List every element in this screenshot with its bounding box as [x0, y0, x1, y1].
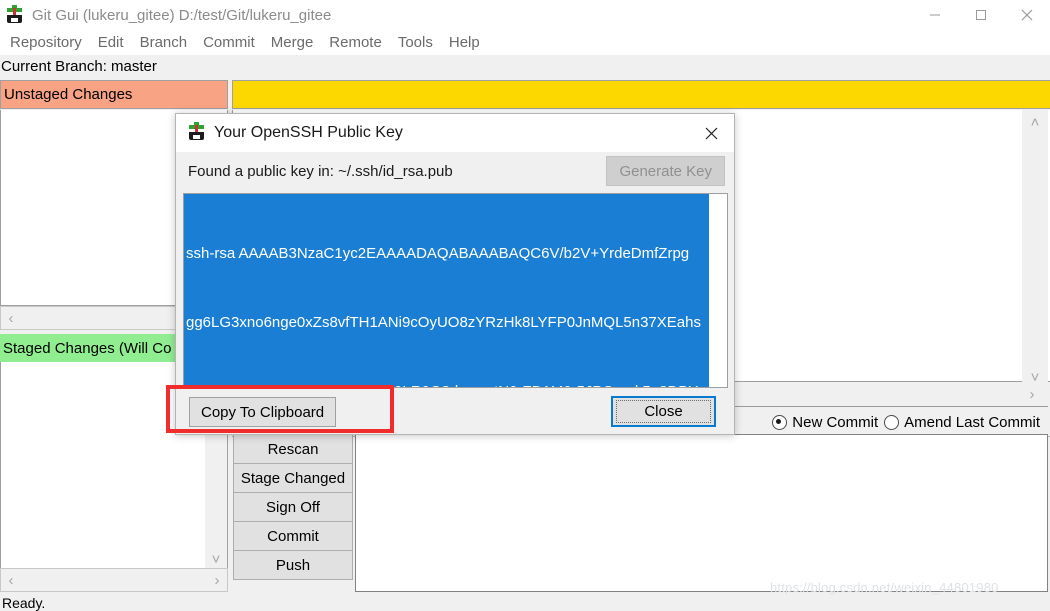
- close-button-label: Close: [616, 400, 711, 423]
- diff-vertical-scrollbar[interactable]: ˄ ˅: [1022, 110, 1048, 390]
- staged-changes-header: Staged Changes (Will Co: [0, 334, 188, 362]
- current-branch-bar: Current Branch: master: [0, 55, 1050, 78]
- app-icon: [6, 5, 26, 25]
- menu-tools[interactable]: Tools: [390, 32, 441, 53]
- staged-horizontal-scrollbar[interactable]: ‹ ›: [0, 568, 228, 592]
- key-line: gg6LG3xno6nge0xZs8vfTH1ANi9cOyUO8zYRzHk8…: [186, 314, 701, 331]
- menu-edit[interactable]: Edit: [90, 32, 132, 53]
- staged-changes-label: Staged Changes (Will Co: [3, 339, 172, 357]
- window-title: Git Gui (lukeru_gitee) D:/test/Git/luker…: [32, 6, 332, 24]
- status-bar: Ready.: [0, 594, 1050, 611]
- radio-indicator-amend: [884, 415, 900, 430]
- menu-merge[interactable]: Merge: [263, 32, 322, 53]
- dialog-close-button[interactable]: Close: [611, 396, 716, 427]
- dialog-info-bar: Found a public key in: ~/.ssh/id_rsa.pub…: [176, 152, 734, 191]
- diff-view-header: [232, 80, 1050, 109]
- menu-branch[interactable]: Branch: [132, 32, 196, 53]
- dialog-app-icon: [188, 122, 205, 144]
- stage-changed-button[interactable]: Stage Changed: [233, 463, 353, 493]
- minimize-icon[interactable]: [912, 0, 958, 30]
- scroll-left-icon[interactable]: ‹: [1, 572, 21, 589]
- current-branch-label: Current Branch: master: [1, 58, 157, 75]
- dialog-title-bar: Your OpenSSH Public Key: [176, 114, 734, 152]
- generate-key-button[interactable]: Generate Key: [606, 156, 725, 186]
- staged-vertical-scrollbar[interactable]: ˅: [205, 430, 227, 572]
- git-gui-main-window: Git Gui (lukeru_gitee) D:/test/Git/luker…: [0, 0, 1050, 611]
- amend-last-commit-label: Amend Last Commit: [904, 414, 1040, 431]
- dialog-title: Your OpenSSH Public Key: [214, 124, 403, 141]
- new-commit-label: New Commit: [792, 414, 879, 431]
- rescan-button[interactable]: Rescan: [233, 434, 353, 464]
- commit-message-input[interactable]: [355, 434, 1048, 592]
- action-button-column: Rescan Stage Changed Sign Off Commit Pus…: [233, 434, 353, 580]
- scroll-left-icon[interactable]: ‹: [1, 310, 21, 327]
- key-line: ssh-rsa AAAAB3NzaC1yc2EAAAADAQABAAABAQC6…: [186, 245, 690, 262]
- unstaged-changes-header: Unstaged Changes: [0, 80, 228, 109]
- key-line: v66FakatUIEg5OPmbiEx+z6qb0LR0O8rkeyavtN0…: [186, 380, 709, 387]
- scroll-up-icon[interactable]: ˄: [1025, 114, 1045, 131]
- dialog-close-icon[interactable]: [688, 114, 734, 152]
- scroll-right-icon[interactable]: ›: [1022, 386, 1042, 403]
- status-text: Ready.: [2, 594, 46, 611]
- copy-to-clipboard-button[interactable]: Copy To Clipboard: [189, 397, 337, 427]
- unstaged-changes-label: Unstaged Changes: [4, 86, 133, 103]
- menu-repository[interactable]: Repository: [2, 32, 90, 53]
- close-icon[interactable]: [1004, 0, 1050, 30]
- menu-help[interactable]: Help: [441, 32, 488, 53]
- menu-bar: Repository Edit Branch Commit Merge Remo…: [0, 30, 1050, 55]
- window-controls: [912, 0, 1050, 30]
- public-key-selected-text[interactable]: ssh-rsa AAAAB3NzaC1yc2EAAAADAQABAAABAQC6…: [184, 194, 709, 387]
- commit-button[interactable]: Commit: [233, 521, 353, 551]
- scroll-down-icon[interactable]: ˅: [206, 551, 226, 568]
- public-key-textbox[interactable]: ssh-rsa AAAAB3NzaC1yc2EAAAADAQABAAABAQC6…: [183, 193, 728, 388]
- amend-last-commit-radio[interactable]: Amend Last Commit: [884, 414, 1040, 431]
- title-bar: Git Gui (lukeru_gitee) D:/test/Git/luker…: [0, 0, 1050, 30]
- menu-remote[interactable]: Remote: [321, 32, 390, 53]
- scroll-right-icon[interactable]: ›: [207, 572, 227, 589]
- menu-commit[interactable]: Commit: [195, 32, 263, 53]
- maximize-icon[interactable]: [958, 0, 1004, 30]
- new-commit-radio[interactable]: New Commit: [772, 414, 878, 431]
- radio-indicator-new-commit: [772, 415, 788, 430]
- sign-off-button[interactable]: Sign Off: [233, 492, 353, 522]
- push-button[interactable]: Push: [233, 550, 353, 580]
- public-key-path-text: Found a public key in: ~/.ssh/id_rsa.pub: [188, 163, 453, 180]
- openssh-public-key-dialog: Your OpenSSH Public Key Found a public k…: [175, 113, 735, 435]
- dialog-button-bar: Copy To Clipboard Close: [176, 390, 734, 434]
